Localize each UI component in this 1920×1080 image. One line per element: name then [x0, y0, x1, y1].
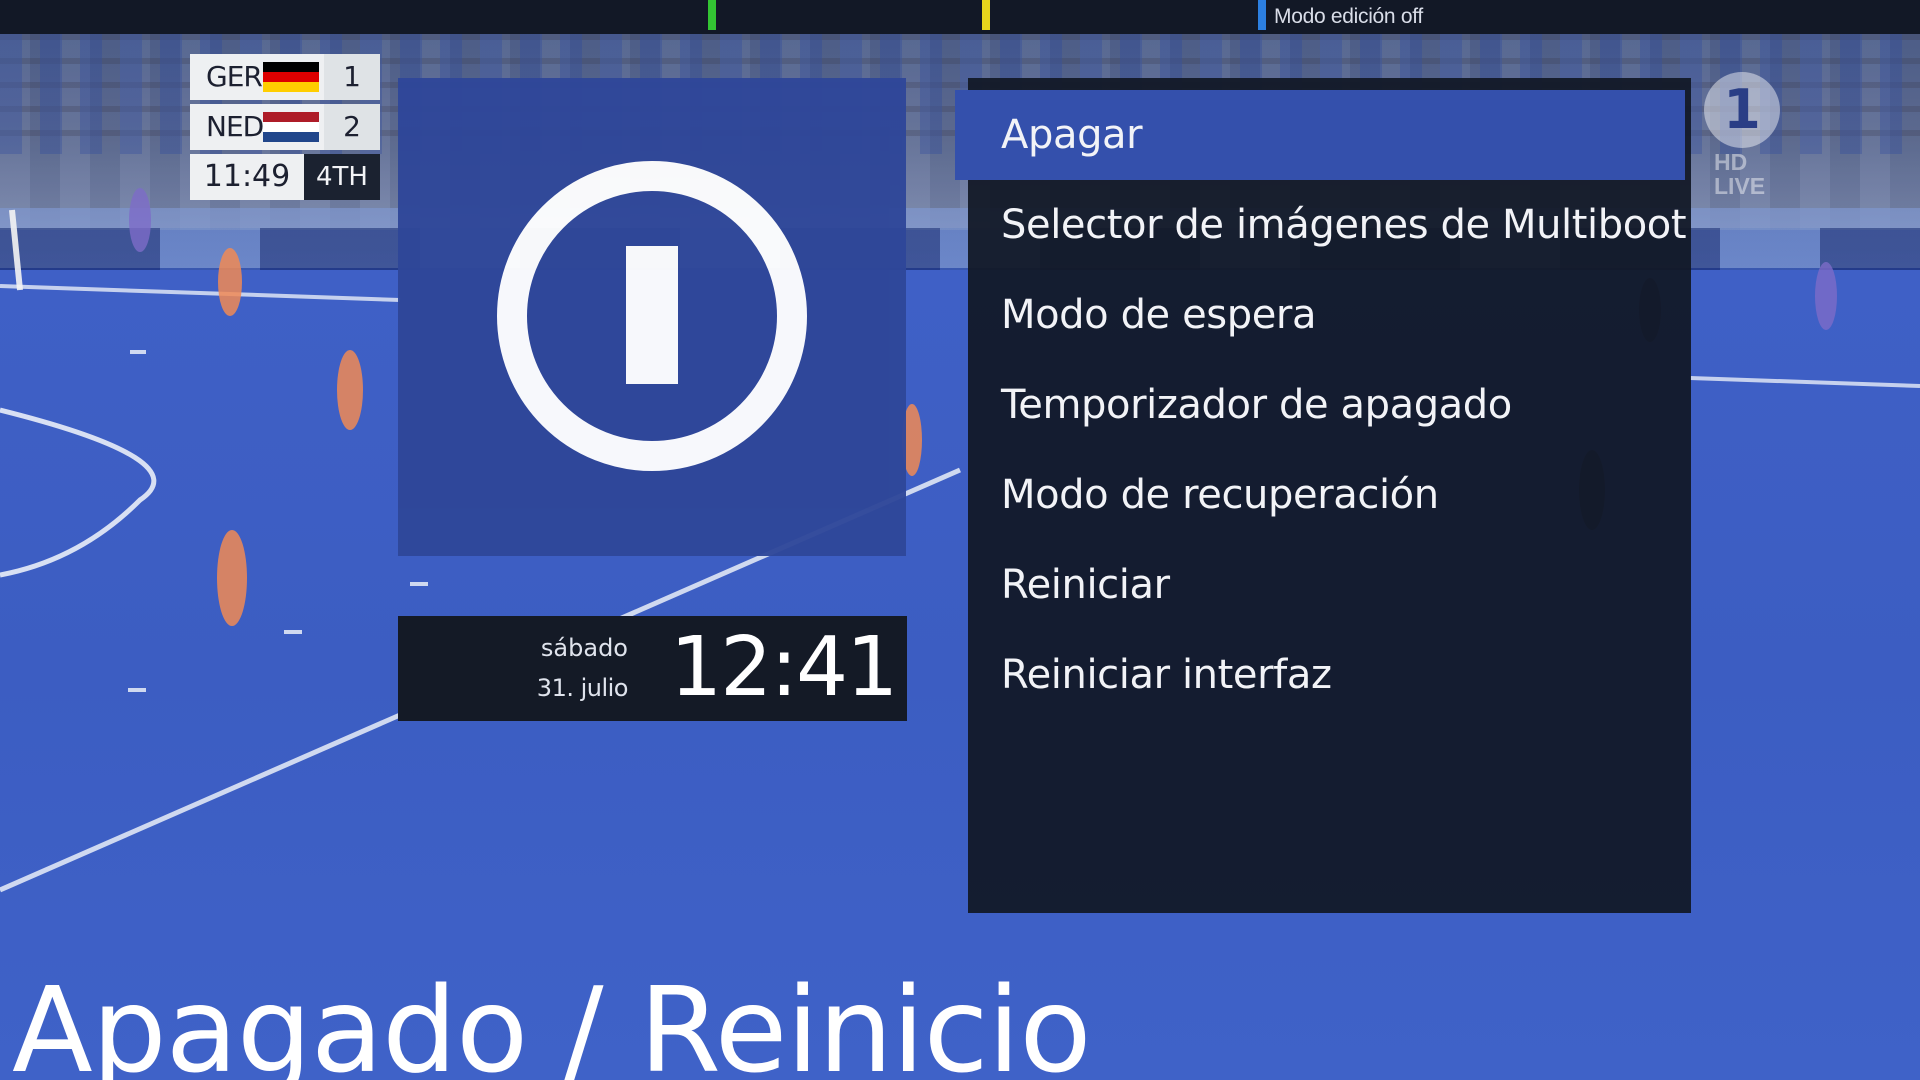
- standby-screen: Modo edición off GER 1 NED 2 11:49 4TH 1…: [0, 0, 1920, 1080]
- edit-mode-label: Modo edición off: [1274, 5, 1423, 28]
- screen-title: Apagado / Reinicio: [12, 961, 1092, 1080]
- menu-item-apagar[interactable]: Apagar: [955, 90, 1685, 180]
- power-menu-panel: Apagar Selector de imágenes de Multiboot…: [955, 78, 1691, 913]
- menu-item-restart[interactable]: Reiniciar: [968, 540, 1691, 630]
- top-key-bar: Modo edición off: [0, 0, 1920, 34]
- menu-item-standby[interactable]: Modo de espera: [968, 270, 1691, 360]
- scoreboard-time-row: 11:49 4TH: [190, 154, 380, 200]
- scoreboard-home-row: GER 1: [190, 54, 380, 100]
- yellow-key-indicator[interactable]: [982, 0, 990, 30]
- menu-item-restart-gui[interactable]: Reiniciar interfaz: [968, 630, 1691, 720]
- channel-logo: 1: [1704, 72, 1780, 148]
- power-icon: [497, 161, 807, 471]
- clock-date: 31. julio: [536, 674, 629, 702]
- scoreboard-away-row: NED 2: [190, 104, 380, 150]
- away-team-name: NED: [206, 110, 264, 143]
- germany-flag-icon: [263, 62, 319, 92]
- clock-weekday: sábado: [540, 634, 628, 662]
- power-icon-panel: [398, 78, 906, 556]
- clock-panel: sábado 31. julio 12:41: [398, 616, 907, 721]
- channel-hd-label: HD: [1714, 149, 1748, 175]
- broadcast-scoreboard: GER 1 NED 2 11:49 4TH: [190, 54, 380, 200]
- green-key-indicator[interactable]: [708, 0, 716, 30]
- menu-item-multiboot-selector[interactable]: Selector de imágenes de Multiboot: [968, 180, 1691, 270]
- match-period: 4TH: [304, 154, 380, 200]
- channel-live-label: LIVE: [1714, 173, 1766, 199]
- menu-item-sleep-timer[interactable]: Temporizador de apagado: [968, 360, 1691, 450]
- netherlands-flag-icon: [263, 112, 319, 142]
- home-team-score: 1: [324, 54, 380, 100]
- channel-hd-badge: HD LIVE: [1714, 150, 1794, 198]
- blue-key-indicator[interactable]: [1258, 0, 1266, 30]
- clock-time: 12:41: [670, 620, 898, 715]
- menu-item-recovery-mode[interactable]: Modo de recuperación: [968, 450, 1691, 540]
- away-team-score: 2: [324, 104, 380, 150]
- power-menu-list: Apagar Selector de imágenes de Multiboot…: [955, 90, 1691, 720]
- match-clock: 11:49: [190, 154, 304, 200]
- home-team-name: GER: [206, 60, 263, 93]
